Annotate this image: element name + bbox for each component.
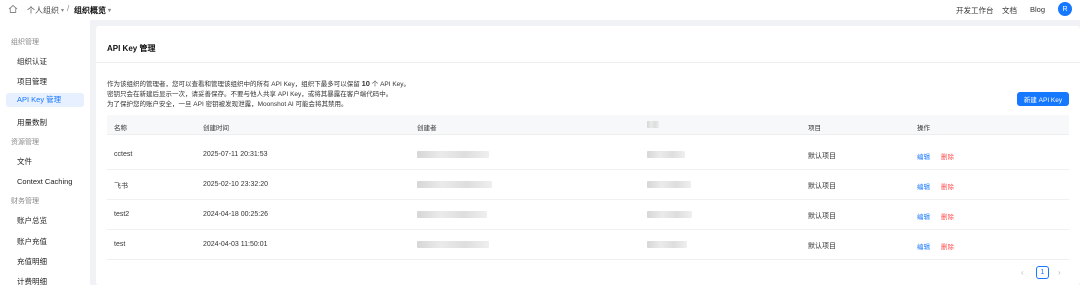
sidebar-item-verify[interactable]: 组织认证 [17, 56, 47, 67]
table-row: test 2024-04-03 11:50:01 默认项目 编辑 删除 [107, 230, 1069, 260]
sidebar-item-account-overview[interactable]: 账户总览 [17, 215, 47, 226]
nav-docs[interactable]: 文档 [1002, 5, 1017, 16]
breadcrumb-page-label: 组织概览 [74, 6, 106, 15]
table-header: 名称 创建时间 创建者 项目 操作 [107, 115, 1069, 135]
breadcrumb-separator: / [67, 4, 70, 13]
row-key-redacted [647, 241, 687, 248]
page-title: API Key 管理 [107, 44, 156, 53]
main-card: API Key 管理 作为该组织的管理者，您可以查看和管理该组织中的所有 API… [96, 26, 1080, 285]
table-row: test2 2024-04-18 00:25:26 默认项目 编辑 删除 [107, 200, 1069, 230]
row-created: 2025-02-10 23:32:20 [203, 181, 268, 188]
row-creator-redacted [417, 181, 492, 188]
desc-line-3: 为了保护您的账户安全，一旦 API 密钥被发现泄露，Moonshot AI 可能… [107, 101, 348, 108]
sidebar-item-recharge[interactable]: 账户充值 [17, 236, 47, 247]
pagination-prev[interactable]: ‹ [1021, 268, 1024, 277]
table-row: 飞书 2025-02-10 23:32:20 默认项目 编辑 删除 [107, 170, 1069, 200]
row-project: 默认项目 [808, 213, 836, 220]
row-name: cctest [114, 151, 133, 158]
pagination-current-page[interactable]: 1 [1036, 266, 1049, 279]
sidebar-item-recharge-details[interactable]: 充值明细 [17, 256, 47, 267]
nav-blog[interactable]: Blog [1030, 5, 1045, 14]
row-name: 飞书 [114, 183, 128, 190]
desc-line-1: 作为该组织的管理者，您可以查看和管理该组织中的所有 API Key，组织下最多可… [107, 78, 410, 88]
sidebar-item-billing-details[interactable]: 计费明细 [17, 276, 47, 285]
delete-link[interactable]: 删除 [941, 241, 954, 251]
row-name: test2 [114, 211, 130, 218]
col-creator: 创建者 [417, 125, 437, 132]
delete-link[interactable]: 删除 [941, 181, 954, 191]
row-creator-redacted [417, 151, 489, 158]
col-actions: 操作 [917, 125, 930, 132]
sidebar-section-finance: 财务管理 [11, 198, 39, 205]
desc-key-limit: 10 [361, 79, 370, 88]
sidebar: 组织管理 组织认证 项目管理 API Key 管理 用量数制 资源管理 文件 C… [0, 20, 90, 285]
breadcrumb-org[interactable]: 个人组织 ▾ [27, 5, 64, 16]
chevron-down-icon: ▾ [61, 8, 65, 14]
divider [96, 62, 1080, 63]
sidebar-item-api-keys[interactable]: API Key 管理 [6, 93, 84, 107]
sidebar-section-resources: 资源管理 [11, 139, 39, 146]
sidebar-item-files[interactable]: 文件 [17, 156, 32, 167]
edit-link[interactable]: 编辑 [917, 151, 930, 161]
desc-line-1-post: 个 API Key。 [369, 81, 411, 88]
top-bar: 个人组织 ▾ / 组织概览 ▾ 开发工作台 文档 Blog R [0, 0, 1080, 20]
new-api-key-button[interactable]: 新建 API Key [1017, 92, 1069, 106]
home-icon[interactable] [8, 4, 18, 14]
edit-link[interactable]: 编辑 [917, 211, 930, 221]
row-creator-redacted [417, 241, 489, 248]
col-redacted [647, 121, 659, 128]
sidebar-item-projects[interactable]: 项目管理 [17, 76, 47, 87]
delete-link[interactable]: 删除 [941, 151, 954, 161]
row-name: test [114, 241, 126, 248]
row-project: 默认项目 [808, 153, 836, 160]
col-name: 名称 [114, 125, 127, 132]
sidebar-section-org: 组织管理 [11, 39, 39, 46]
edit-link[interactable]: 编辑 [917, 241, 930, 251]
row-created: 2024-04-03 11:50:01 [203, 241, 268, 248]
row-project: 默认项目 [808, 183, 836, 190]
breadcrumb-org-label: 个人组织 [27, 6, 59, 15]
desc-line-2: 密钥只会在新建后显示一次，请妥善保存。不要与他人共享 API Key，或将其暴露… [107, 91, 393, 98]
avatar[interactable]: R [1058, 2, 1072, 16]
row-created: 2024-04-18 00:25:26 [203, 211, 268, 218]
delete-link[interactable]: 删除 [941, 211, 954, 221]
nav-workbench[interactable]: 开发工作台 [956, 5, 994, 16]
row-creator-redacted [417, 211, 487, 218]
row-project: 默认项目 [808, 243, 836, 250]
col-created: 创建时间 [203, 125, 229, 132]
edit-link[interactable]: 编辑 [917, 181, 930, 191]
pagination-next[interactable]: › [1058, 268, 1061, 277]
row-key-redacted [647, 181, 691, 188]
chevron-down-icon: ▾ [108, 8, 112, 14]
row-key-redacted [647, 211, 692, 218]
desc-line-1-pre: 作为该组织的管理者，您可以查看和管理该组织中的所有 API Key，组织下最多可… [107, 81, 362, 88]
row-key-redacted [647, 151, 685, 158]
sidebar-item-usage-limits[interactable]: 用量数制 [17, 117, 47, 128]
breadcrumb-page[interactable]: 组织概览 ▾ [74, 5, 111, 16]
table-row: cctest 2025-07-11 20:31:53 默认项目 编辑 删除 [107, 140, 1069, 170]
sidebar-item-context-caching[interactable]: Context Caching [17, 177, 72, 186]
col-project: 项目 [808, 125, 821, 132]
row-created: 2025-07-11 20:31:53 [203, 151, 268, 158]
